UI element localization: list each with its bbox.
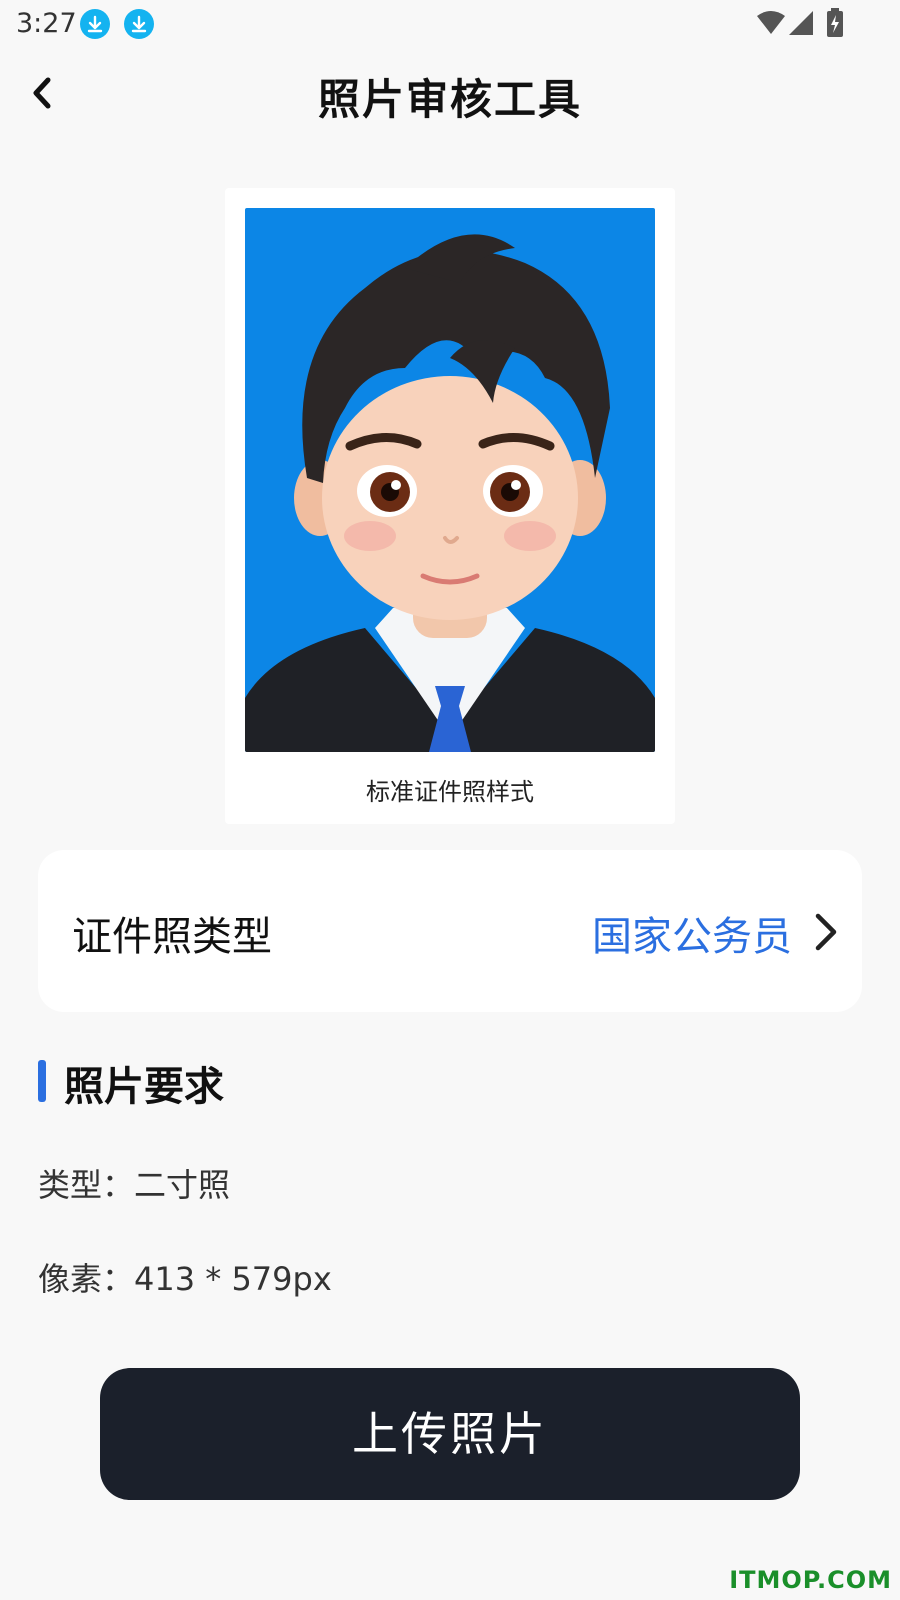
status-time: 3:27 <box>16 8 77 39</box>
sample-id-photo <box>245 208 655 752</box>
download-notification-icon <box>80 9 110 39</box>
requirement-type-row: 类型：二寸照 <box>38 1160 230 1206</box>
photo-type-selector[interactable]: 证件照类型 国家公务员 <box>38 850 862 1012</box>
battery-charging-icon <box>827 8 843 37</box>
requirement-type-label: 类型： <box>38 1166 135 1204</box>
download-notification-icon <box>124 9 154 39</box>
cellular-signal-icon <box>789 11 813 35</box>
page-title: 照片审核工具 <box>317 75 582 124</box>
requirement-type-value: 二寸照 <box>134 1166 231 1204</box>
chevron-right-icon <box>815 913 837 951</box>
requirement-pixel-row: 像素：413 * 579px <box>38 1254 332 1300</box>
section-accent-bar <box>38 1060 46 1102</box>
photo-type-label: 证件照类型 <box>72 914 272 960</box>
screen: 3:27 照片审核工具 标准证件照样式 证件照类型 国家公务员 照片要求 类型：… <box>0 0 900 1600</box>
watermark: ITMOP.COM <box>729 1566 892 1594</box>
status-bar: 3:27 <box>0 0 900 48</box>
avatar-illustration <box>245 234 655 752</box>
sample-photo-card: 标准证件照样式 <box>225 188 675 824</box>
header: 照片审核工具 <box>0 48 900 138</box>
wifi-icon <box>757 11 785 34</box>
sample-caption: 标准证件照样式 <box>366 778 534 806</box>
requirements-title: 照片要求 <box>64 1064 224 1110</box>
upload-photo-button[interactable]: 上传照片 <box>100 1368 800 1500</box>
requirement-pixel-value: 413 * 579px <box>134 1260 332 1298</box>
requirement-pixel-label: 像素： <box>38 1260 135 1298</box>
photo-type-value: 国家公务员 <box>592 914 792 960</box>
